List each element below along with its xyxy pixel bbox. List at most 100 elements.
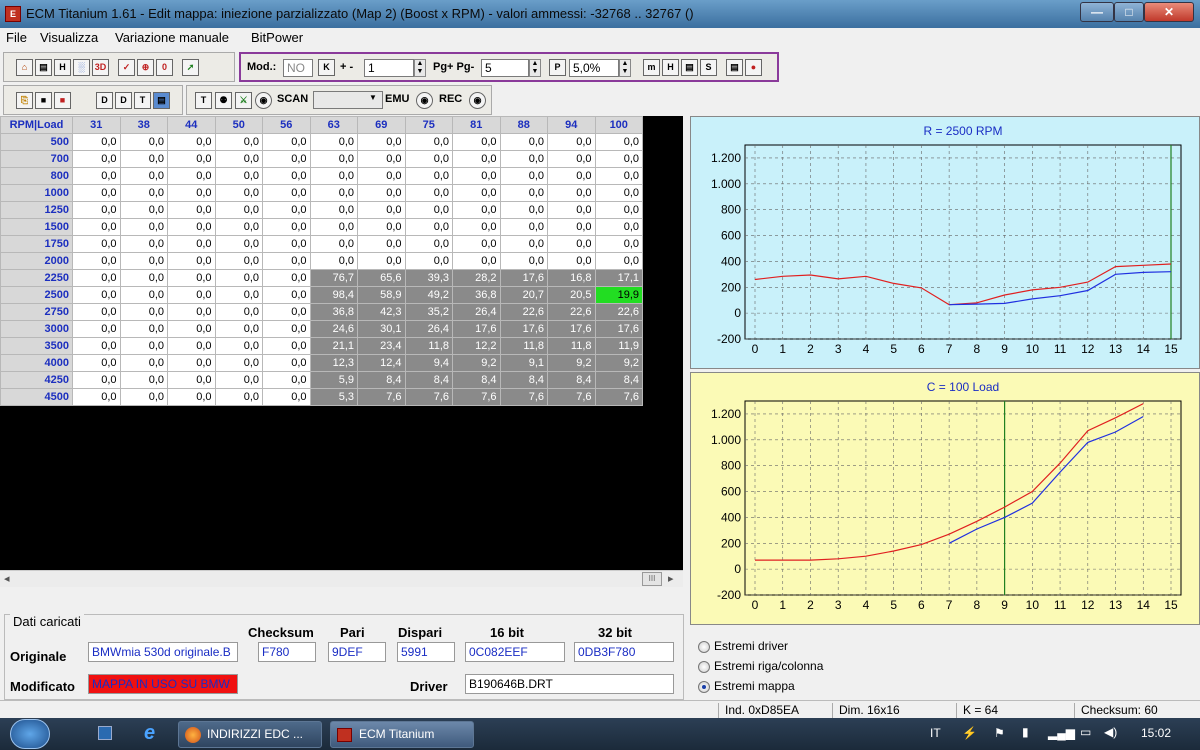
map-cell[interactable]: 0,0 (357, 252, 406, 270)
map-cell[interactable]: 9,2 (594, 354, 643, 372)
map-cell[interactable]: 0,0 (167, 286, 216, 304)
map-cell[interactable]: 0,0 (404, 218, 453, 236)
clock[interactable]: 15:02 (1141, 726, 1171, 740)
map-cell[interactable]: 0,0 (167, 201, 216, 219)
percent-input[interactable]: 5,0% (569, 59, 619, 77)
zero-icon[interactable]: 0 (156, 59, 173, 76)
map-cell[interactable]: 0,0 (452, 133, 501, 151)
stop-icon[interactable]: ● (745, 59, 762, 76)
hex-icon[interactable]: H (54, 59, 71, 76)
bit16-field[interactable]: 0C082EEF (465, 642, 565, 662)
column-header[interactable]: 38 (119, 116, 168, 134)
map-cell[interactable]: 0,0 (594, 235, 643, 253)
k-button[interactable]: K (318, 59, 335, 76)
map-cell[interactable]: 0,0 (499, 218, 548, 236)
language-indicator[interactable]: IT (930, 726, 941, 740)
map-cell[interactable]: 20,5 (547, 286, 596, 304)
map-cell[interactable]: 30,1 (357, 320, 406, 338)
map-cell[interactable]: 0,0 (404, 235, 453, 253)
percent-spinner[interactable]: ▲ ▼ (619, 59, 631, 77)
map-cell[interactable]: 0,0 (72, 371, 121, 389)
t2-icon[interactable]: T (195, 92, 212, 109)
map-cell[interactable]: 0,0 (72, 252, 121, 270)
record-dot-icon[interactable]: ◉ (255, 92, 272, 109)
map-cell[interactable]: 39,3 (404, 269, 453, 287)
row-header[interactable]: 4000 (0, 354, 73, 372)
map-cell[interactable]: 0,0 (167, 184, 216, 202)
lock-icon[interactable]: ⚉ (215, 92, 232, 109)
map-cell[interactable]: 0,0 (262, 320, 311, 338)
map-cell[interactable]: 17,6 (499, 320, 548, 338)
map-cell[interactable]: 8,4 (357, 371, 406, 389)
column-header[interactable]: 94 (547, 116, 596, 134)
map-cell[interactable]: 0,0 (547, 133, 596, 151)
map-cell[interactable]: 8,4 (499, 371, 548, 389)
map-cell[interactable]: 0,0 (167, 320, 216, 338)
map-cell[interactable]: 0,0 (262, 133, 311, 151)
windows-start-icon[interactable] (10, 719, 50, 749)
close-button[interactable]: ✕ (1144, 2, 1194, 22)
menu-variazione-manuale[interactable]: Variazione manuale (115, 30, 229, 45)
t-icon[interactable]: T (134, 92, 151, 109)
map-cell[interactable]: 0,0 (404, 133, 453, 151)
originale-field[interactable]: BMWmia 530d originale.B (88, 642, 238, 662)
map-cell[interactable]: 0,0 (309, 201, 358, 219)
map-cell[interactable]: 0,0 (404, 184, 453, 202)
map-cell[interactable]: 0,0 (452, 150, 501, 168)
dispari-field[interactable]: 5991 (397, 642, 455, 662)
map-cell[interactable]: 0,0 (547, 252, 596, 270)
map-cell[interactable]: 11,8 (499, 337, 548, 355)
map-cell[interactable]: 0,0 (119, 269, 168, 287)
map-cell[interactable]: 0,0 (72, 286, 121, 304)
radio-estremi-riga-colonna[interactable]: Estremi riga/colonna (698, 659, 823, 673)
map-cell[interactable]: 12,3 (309, 354, 358, 372)
column-header[interactable]: 63 (309, 116, 358, 134)
map-cell[interactable]: 0,0 (594, 133, 643, 151)
map-cell[interactable]: 0,0 (72, 337, 121, 355)
map-cell[interactable]: 17,6 (594, 320, 643, 338)
map-cell[interactable]: 0,0 (594, 167, 643, 185)
map-cell[interactable]: 0,0 (499, 150, 548, 168)
map-cell[interactable]: 35,2 (404, 303, 453, 321)
map-cell[interactable]: 17,1 (594, 269, 643, 287)
menu-file[interactable]: File (6, 30, 27, 45)
row-header[interactable]: 1250 (0, 201, 73, 219)
map-cell[interactable]: 0,0 (357, 218, 406, 236)
row-header[interactable]: 2500 (0, 286, 73, 304)
map-cell[interactable]: 42,3 (357, 303, 406, 321)
bit32-field[interactable]: 0DB3F780 (574, 642, 674, 662)
map-cell[interactable]: 0,0 (404, 167, 453, 185)
map-cell[interactable]: 0,0 (119, 218, 168, 236)
task-indirizzi-edc[interactable]: INDIRIZZI EDC ... (178, 721, 322, 748)
map-cell[interactable]: 65,6 (357, 269, 406, 287)
s-icon[interactable]: S (700, 59, 717, 76)
map-cell[interactable]: 16,8 (547, 269, 596, 287)
map-cell[interactable]: 0,0 (262, 303, 311, 321)
map-cell[interactable]: 0,0 (452, 167, 501, 185)
map-cell[interactable]: 0,0 (214, 269, 263, 287)
menu-bitpower[interactable]: BitPower (251, 30, 303, 45)
map-cell[interactable]: 26,4 (404, 320, 453, 338)
map-cell[interactable]: 9,1 (499, 354, 548, 372)
map-cell[interactable]: 0,0 (404, 150, 453, 168)
map-cell[interactable]: 0,0 (119, 184, 168, 202)
map-cell[interactable]: 0,0 (547, 218, 596, 236)
map-cell[interactable]: 0,0 (404, 252, 453, 270)
row-header[interactable]: 1750 (0, 235, 73, 253)
multiply-icon[interactable]: m (643, 59, 660, 76)
map-cell[interactable]: 0,0 (357, 201, 406, 219)
map-cell[interactable]: 0,0 (547, 167, 596, 185)
map-cell[interactable]: 8,4 (594, 371, 643, 389)
internet-explorer-icon[interactable]: e (144, 722, 155, 745)
map-cell[interactable]: 8,4 (404, 371, 453, 389)
column-header[interactable]: 50 (214, 116, 263, 134)
map-cell[interactable]: 36,8 (309, 303, 358, 321)
column-header[interactable]: 44 (167, 116, 216, 134)
row-header[interactable]: 1000 (0, 184, 73, 202)
map-cell[interactable]: 23,4 (357, 337, 406, 355)
signal-icon[interactable]: ▂▄▆ (1048, 726, 1075, 740)
driver-field[interactable]: B190646B.DRT (465, 674, 674, 694)
map-cell[interactable]: 0,0 (72, 303, 121, 321)
map-cell[interactable]: 0,0 (119, 201, 168, 219)
map-cell[interactable]: 0,0 (119, 388, 168, 406)
